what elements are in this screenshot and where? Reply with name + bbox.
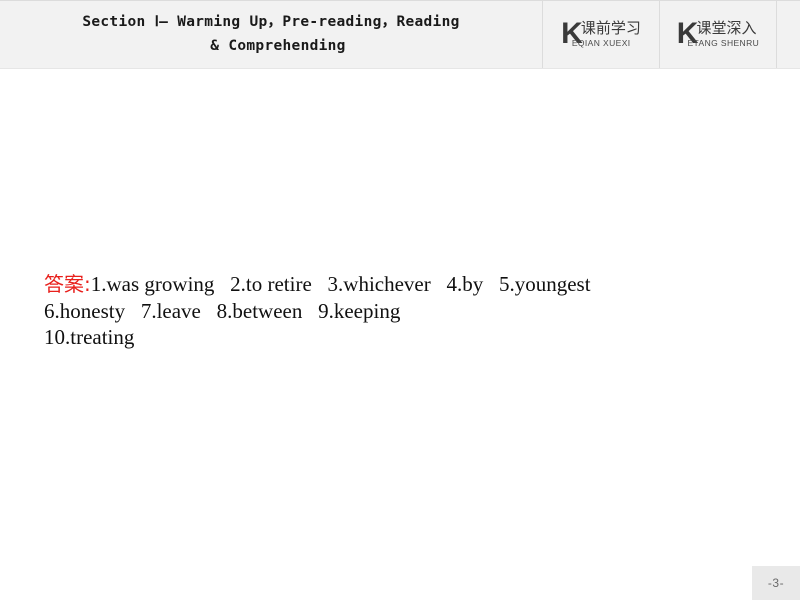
page-title-line2: & Comprehending	[210, 37, 346, 54]
tab-keqian-xuexi-label-cn: 课前学习	[580, 18, 641, 37]
answer-line-2: 6.honesty 7.leave 8.between 9.keeping	[44, 298, 401, 323]
slide-header: Section Ⅰ— Warming Up，Pre-reading，Readin…	[0, 0, 800, 69]
slide-content: 答案:1.was growing 2.to retire 3.whichever…	[0, 69, 800, 600]
page-number-badge: -3-	[752, 566, 800, 600]
tab-ketang-shenru-label-cn: 课堂深入	[696, 18, 757, 37]
answer-label: 答案:	[44, 272, 91, 296]
page-title-line1: Section Ⅰ— Warming Up，Pre-reading，Readin…	[82, 13, 460, 30]
tab-ketang-shenru[interactable]: K 课堂深入 ETANG SHENRU	[660, 1, 777, 68]
tab-ketang-shenru-label-en: ETANG SHENRU	[687, 37, 760, 48]
slide: Section Ⅰ— Warming Up，Pre-reading，Readin…	[0, 0, 800, 600]
tab-keqian-xuexi[interactable]: K 课前学习 EQIAN XUEXI	[543, 1, 660, 68]
page-title-cell: Section Ⅰ— Warming Up，Pre-reading，Readin…	[0, 1, 543, 68]
answer-line-3: 10.treating	[44, 325, 135, 349]
tab-keqian-xuexi-label-en: EQIAN XUEXI	[571, 37, 631, 48]
tab-ketang-shenru-logo: K 课堂深入 ETANG SHENRU	[677, 18, 759, 50]
answer-line-1-text: 1.was growing 2.to retire 3.whichever 4.…	[90, 272, 591, 296]
tab-keqian-xuexi-logo: K 课前学习 EQIAN XUEXI	[561, 18, 641, 50]
tab-ketang-shenru-text: 课堂深入 ETANG SHENRU	[687, 18, 759, 48]
header-right-spacer	[777, 1, 799, 68]
tab-keqian-xuexi-text: 课前学习 EQIAN XUEXI	[572, 18, 641, 48]
answer-block: 答案:1.was growing 2.to retire 3.whichever…	[44, 271, 756, 351]
answer-line-1: 答案:1.was growing 2.to retire 3.whichever…	[44, 271, 756, 298]
